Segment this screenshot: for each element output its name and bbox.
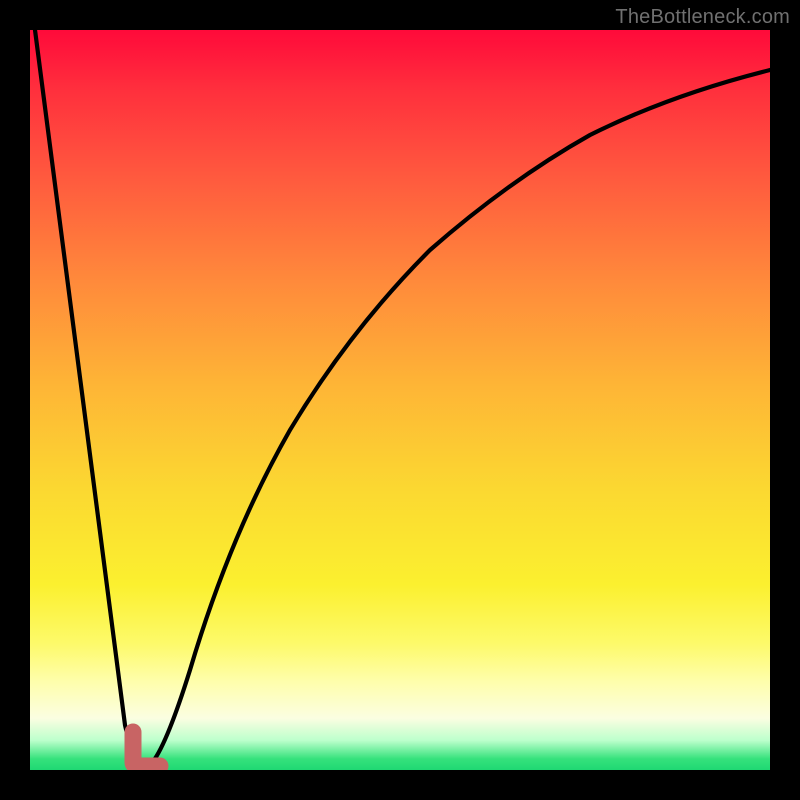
plot-area xyxy=(30,30,770,770)
watermark-text: TheBottleneck.com xyxy=(615,6,790,29)
chart-frame: TheBottleneck.com xyxy=(0,0,800,800)
curve-path xyxy=(35,30,770,766)
bottleneck-curve xyxy=(30,30,770,770)
